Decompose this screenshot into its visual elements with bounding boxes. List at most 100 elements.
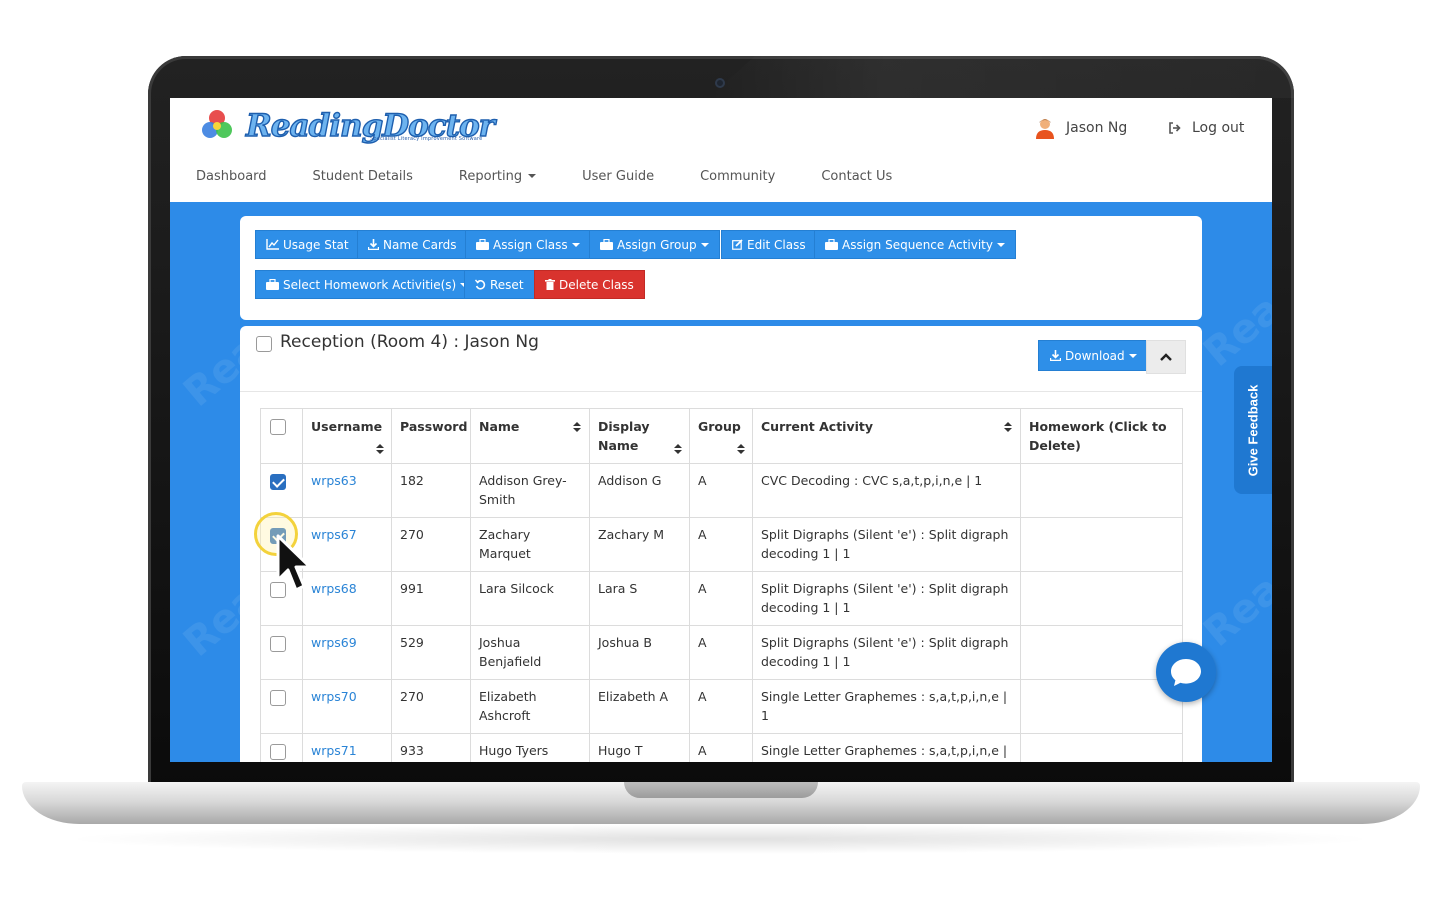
username-link[interactable]: wrps68: [311, 581, 357, 596]
column-label: Username: [311, 419, 383, 434]
assign-class-button[interactable]: Assign Class: [465, 230, 591, 259]
give-feedback-tab[interactable]: Give Feedback: [1234, 366, 1272, 494]
homework-cell[interactable]: [1020, 517, 1183, 572]
row-select-checkbox[interactable]: [270, 690, 286, 706]
download-button[interactable]: Download: [1038, 340, 1149, 371]
row-select-checkbox[interactable]: [270, 636, 286, 652]
password-cell: 933: [391, 733, 471, 762]
lid-reflection: [708, 56, 1294, 98]
screen: Rea Rea Rea Rea ReadingDoctor Specialist…: [170, 98, 1272, 762]
group-column-header[interactable]: Group: [689, 408, 753, 464]
logout-label: Log out: [1192, 120, 1245, 136]
select-all-checkbox[interactable]: [270, 419, 286, 435]
username-link[interactable]: wrps67: [311, 527, 357, 542]
mouse-cursor-icon: [276, 534, 312, 592]
username-cell: wrps71: [302, 733, 392, 762]
delete-class-button[interactable]: Delete Class: [534, 270, 645, 299]
password-cell: 270: [391, 517, 471, 572]
row-select-cell: [260, 679, 303, 734]
collapse-panel-button[interactable]: [1146, 340, 1186, 374]
group-cell: A: [689, 571, 753, 626]
nav-label: Community: [700, 168, 776, 184]
button-label: Select Homework Activitie(s): [283, 277, 457, 292]
chevron-up-icon: [1160, 353, 1172, 361]
nav-dashboard[interactable]: Dashboard: [196, 166, 267, 186]
select-homework-activities-button[interactable]: Select Homework Activitie(s): [255, 270, 480, 299]
table-row: wrps69 529 Joshua Benjafield Joshua B A Split…: [260, 625, 1183, 680]
row-select-checkbox[interactable]: [270, 474, 286, 490]
row-select-cell: [260, 733, 303, 762]
group-cell: A: [689, 463, 753, 518]
group-cell: A: [689, 679, 753, 734]
logo-icon[interactable]: [200, 108, 234, 142]
nav-label: User Guide: [582, 168, 655, 184]
edit-class-button[interactable]: Edit Class: [721, 230, 817, 259]
name-column-header[interactable]: Name: [470, 408, 590, 464]
username-column-header[interactable]: Username: [302, 408, 392, 464]
username-link[interactable]: wrps71: [311, 743, 357, 758]
username-link[interactable]: wrps63: [311, 473, 357, 488]
logout-link[interactable]: Log out: [1168, 116, 1244, 140]
nav-label: Student Details: [312, 168, 413, 184]
username-link[interactable]: wrps69: [311, 635, 357, 650]
briefcase-icon: [825, 239, 838, 250]
row-select-cell: [260, 463, 303, 518]
display-name-cell: Elizabeth A: [589, 679, 690, 734]
homework-cell[interactable]: [1020, 733, 1183, 762]
webcam: [715, 78, 725, 88]
nav-reporting[interactable]: Reporting: [459, 166, 537, 186]
current-activity-cell: Split Digraphs (Silent 'e') : Split digr…: [752, 571, 1021, 626]
name-cards-button[interactable]: Name Cards: [357, 230, 468, 259]
current-activity-column-header[interactable]: Current Activity: [752, 408, 1021, 464]
nav-user-guide[interactable]: User Guide: [582, 166, 654, 186]
assign-group-button[interactable]: Assign Group: [589, 230, 720, 259]
chat-bubble-icon: [1171, 659, 1201, 686]
column-label: Group: [698, 419, 741, 434]
line-chart-icon: [266, 239, 279, 250]
logo-wordmark[interactable]: ReadingDoctor: [245, 107, 495, 148]
trash-icon: [545, 279, 555, 290]
row-select-checkbox[interactable]: [270, 744, 286, 760]
chat-launcher-button[interactable]: [1156, 642, 1216, 702]
nav-student-details[interactable]: Student Details: [313, 166, 413, 186]
sort-icon[interactable]: [674, 444, 682, 455]
column-label: Name: [479, 419, 520, 434]
sort-icon[interactable]: [737, 444, 745, 455]
sort-icon[interactable]: [573, 422, 581, 433]
briefcase-icon: [266, 279, 279, 290]
button-label: Name Cards: [383, 237, 457, 252]
password-column-header: Password: [391, 408, 471, 464]
column-label: Display Name: [598, 419, 650, 453]
nav-label: Dashboard: [196, 168, 267, 184]
name-cell: Lara Silcock: [470, 571, 590, 626]
username-cell: wrps69: [302, 625, 392, 680]
reset-button[interactable]: Reset: [464, 270, 535, 299]
sort-icon[interactable]: [1004, 422, 1012, 433]
display-name-column-header[interactable]: Display Name: [589, 408, 690, 464]
assign-sequence-activity-button[interactable]: Assign Sequence Activity: [814, 230, 1016, 259]
user-menu[interactable]: Jason Ng: [1034, 116, 1127, 140]
top-navbar: ReadingDoctor Specialist Literacy Improv…: [170, 98, 1272, 202]
username-cell: wrps70: [302, 679, 392, 734]
select-class-checkbox[interactable]: [256, 336, 272, 352]
display-name-cell: Hugo T: [589, 733, 690, 762]
feedback-label: Give Feedback: [1245, 384, 1261, 476]
class-panel-header: Reception (Room 4) : Jason Ng Download: [240, 326, 1202, 392]
homework-cell[interactable]: [1020, 463, 1183, 518]
password-cell: 991: [391, 571, 471, 626]
name-cell: Joshua Benjafield: [470, 625, 590, 680]
watermark: Rea: [1195, 286, 1272, 376]
nav-contact-us[interactable]: Contact Us: [821, 166, 892, 186]
column-label: Current Activity: [761, 419, 874, 434]
table-row: wrps63 182 Addison Grey-Smith Addison G A CVC…: [260, 463, 1183, 518]
nav-community[interactable]: Community: [700, 166, 775, 186]
display-name-cell: Zachary M: [589, 517, 690, 572]
usage-stat-button[interactable]: Usage Stat: [255, 230, 360, 259]
username-link[interactable]: wrps70: [311, 689, 357, 704]
homework-cell[interactable]: [1020, 679, 1183, 734]
sort-icon[interactable]: [376, 444, 384, 455]
homework-cell[interactable]: [1020, 571, 1183, 626]
button-label: Reset: [490, 277, 524, 292]
laptop-shadow: [60, 824, 1380, 854]
button-label: Delete Class: [559, 277, 634, 292]
